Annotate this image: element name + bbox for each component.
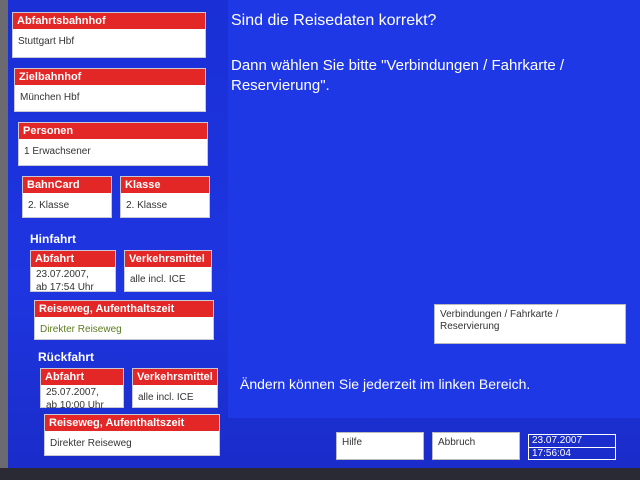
outbound-transport-field[interactable]: Verkehrsmittel alle incl. ICE	[124, 250, 212, 292]
return-route-value: Direkter Reiseweg	[50, 438, 132, 449]
outbound-departure-label: Abfahrt	[31, 251, 115, 267]
outbound-route-field[interactable]: Reiseweg, Aufenthaltszeit Direkter Reise…	[34, 300, 214, 340]
destination-station-value: München Hbf	[20, 92, 80, 103]
return-route-field[interactable]: Reiseweg, Aufenthaltszeit Direkter Reise…	[44, 414, 220, 456]
departure-station-label: Abfahrtsbahnhof	[13, 13, 205, 29]
outbound-departure-value: 23.07.2007, ab 17:54 Uhr	[31, 267, 115, 294]
persons-label: Personen	[19, 123, 207, 139]
return-departure-value: 25.07.2007, ab 10:00 Uhr	[41, 385, 123, 412]
current-date: 23.07.2007	[529, 435, 615, 448]
page-title: Sind die Reisedaten korrekt?	[231, 12, 437, 29]
outbound-departure-date: 23.07.2007,	[36, 269, 89, 280]
return-heading: Rückfahrt	[38, 350, 95, 364]
return-transport-label: Verkehrsmittel	[133, 369, 217, 385]
destination-station-field[interactable]: Zielbahnhof München Hbf	[14, 68, 206, 112]
hint-text: Ändern können Sie jederzeit im linken Be…	[240, 376, 531, 392]
return-departure-time: ab 10:00 Uhr	[46, 400, 104, 411]
current-time: 17:56:04	[532, 448, 571, 459]
return-departure-label: Abfahrt	[41, 369, 123, 385]
return-transport-value: alle incl. ICE	[138, 392, 194, 403]
departure-station-field[interactable]: Abfahrtsbahnhof Stuttgart Hbf	[12, 12, 206, 58]
screen-bezel-bottom	[0, 468, 640, 480]
departure-station-value: Stuttgart Hbf	[18, 36, 75, 47]
outbound-heading: Hinfahrt	[30, 232, 76, 246]
persons-field[interactable]: Personen 1 Erwachsener	[18, 122, 208, 166]
instruction-text: Dann wählen Sie bitte "Verbindungen / Fa…	[231, 57, 565, 94]
outbound-transport-label: Verkehrsmittel	[125, 251, 211, 267]
return-departure-field[interactable]: Abfahrt 25.07.2007, ab 10:00 Uhr	[40, 368, 124, 411]
persons-value: 1 Erwachsener	[24, 146, 91, 157]
class-field[interactable]: Klasse 2. Klasse	[120, 176, 210, 218]
connections-ticket-reservation-button[interactable]: Verbindungen / Fahrkarte / Reservierung	[434, 304, 626, 344]
outbound-departure-field[interactable]: Abfahrt 23.07.2007, ab 17:54 Uhr	[30, 250, 116, 294]
screen-bezel	[0, 0, 8, 480]
outbound-route-value: Direkter Reiseweg	[40, 324, 122, 335]
return-transport-field[interactable]: Verkehrsmittel alle incl. ICE	[132, 368, 218, 408]
bahncard-field[interactable]: BahnCard 2. Klasse	[22, 176, 112, 218]
class-label: Klasse	[121, 177, 209, 193]
destination-station-label: Zielbahnhof	[15, 69, 205, 85]
cancel-button[interactable]: Abbruch	[432, 432, 520, 460]
outbound-departure-time: ab 17:54 Uhr	[36, 282, 94, 293]
date-time-display: 23.07.2007 17:56:04	[528, 434, 616, 460]
class-value: 2. Klasse	[126, 200, 168, 211]
return-departure-date: 25.07.2007,	[46, 387, 99, 398]
outbound-route-label: Reiseweg, Aufenthaltszeit	[35, 301, 213, 317]
outbound-transport-value: alle incl. ICE	[130, 274, 186, 285]
ticket-machine-screen: Abfahrtsbahnhof Stuttgart Hbf Zielbahnho…	[0, 0, 640, 480]
return-route-label: Reiseweg, Aufenthaltszeit	[45, 415, 219, 431]
bahncard-label: BahnCard	[23, 177, 111, 193]
bahncard-value: 2. Klasse	[28, 200, 70, 211]
help-button[interactable]: Hilfe	[336, 432, 424, 460]
